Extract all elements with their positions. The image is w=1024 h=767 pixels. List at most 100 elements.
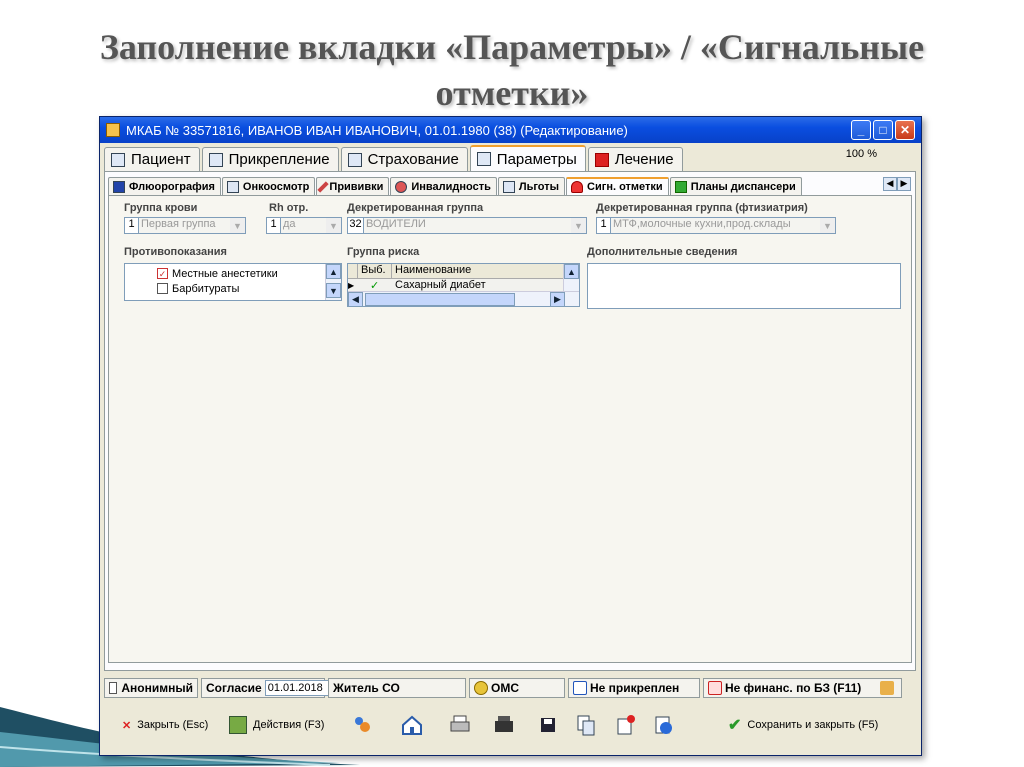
subtab-vaccinations[interactable]: Прививки bbox=[316, 177, 390, 195]
scroll-left-icon[interactable]: ◀ bbox=[348, 292, 363, 306]
finance-status[interactable]: Не финанс. по БЗ (F11) bbox=[703, 678, 902, 698]
blood-group-select[interactable]: 1 Первая группа ▼ bbox=[124, 217, 246, 234]
actions-button[interactable]: Действия (F3) bbox=[229, 713, 324, 737]
save-icon[interactable] bbox=[536, 713, 560, 737]
not-financed-label: Не финанс. по БЗ (F11) bbox=[725, 681, 862, 695]
rh-code: 1 bbox=[267, 218, 281, 233]
tab-attachment[interactable]: Прикрепление bbox=[201, 147, 339, 171]
subtab-benefits[interactable]: Льготы bbox=[497, 177, 566, 195]
coin-icon bbox=[474, 681, 488, 695]
grid-header: Выб. Наименование bbox=[348, 264, 563, 279]
scroll-right-icon[interactable]: ▶ bbox=[550, 292, 565, 306]
close-label: Закрыть (Esc) bbox=[137, 719, 209, 731]
app-icon bbox=[106, 123, 120, 137]
subtab-onco[interactable]: Онкоосмотр bbox=[221, 177, 316, 195]
disability-icon bbox=[395, 180, 408, 193]
list-item[interactable]: ✓ Местные анестетики bbox=[157, 266, 278, 281]
blood-group-value: Первая группа bbox=[139, 218, 230, 233]
chevron-down-icon[interactable]: ▼ bbox=[326, 218, 341, 233]
col-name-header[interactable]: Наименование bbox=[392, 264, 471, 278]
scroll-right-icon[interactable]: ▶ bbox=[897, 177, 911, 191]
home-icon[interactable] bbox=[400, 713, 424, 737]
scroll-down-icon[interactable]: ▼ bbox=[326, 283, 341, 298]
main-tabs: Пациент Прикрепление Страхование Парамет… bbox=[104, 145, 685, 171]
close-button[interactable]: ✕ Закрыть (Esc) bbox=[122, 713, 208, 737]
vertical-scrollbar[interactable]: ▲ ▼ bbox=[325, 264, 341, 300]
scroll-up-icon[interactable]: ▲ bbox=[326, 264, 341, 279]
rh-label: Rh отр. bbox=[269, 202, 309, 214]
table-row[interactable]: ▶ ✓ Сахарный диабет bbox=[348, 279, 563, 291]
chevron-down-icon[interactable]: ▼ bbox=[820, 218, 835, 233]
scroll-thumb[interactable] bbox=[365, 293, 515, 306]
subtab-label: Планы диспансери bbox=[690, 180, 796, 193]
resident-status[interactable]: Житель СО bbox=[328, 678, 466, 698]
pin-document-icon[interactable] bbox=[614, 713, 638, 737]
decreed-group-label: Декретированная группа bbox=[347, 202, 484, 214]
siren-icon bbox=[571, 181, 584, 193]
scroll-left-icon[interactable]: ◀ bbox=[883, 177, 897, 191]
benefits-icon bbox=[502, 180, 515, 193]
refresh-document-icon[interactable] bbox=[652, 713, 676, 737]
resident-label: Житель СО bbox=[333, 681, 400, 695]
signal-marks-panel: Группа крови Rh отр. Декретированная гру… bbox=[108, 195, 912, 663]
attachment-status[interactable]: Не прикреплен bbox=[568, 678, 700, 698]
chevron-down-icon[interactable]: ▼ bbox=[230, 218, 245, 233]
subtab-disability[interactable]: Инвалидность bbox=[390, 177, 497, 195]
sub-tabs: Флюорография Онкоосмотр Прививки Инвалид… bbox=[108, 177, 803, 195]
additional-info-field[interactable] bbox=[587, 263, 901, 309]
row-pointer-icon: ▶ bbox=[348, 280, 355, 290]
anonymous-label: Анонимный bbox=[121, 681, 193, 695]
tab-insurance[interactable]: Страхование bbox=[340, 147, 468, 171]
printer-icon[interactable] bbox=[448, 713, 472, 737]
users-refresh-icon[interactable] bbox=[350, 713, 374, 737]
checkbox-checked-icon[interactable]: ✓ bbox=[358, 279, 392, 292]
tab-label: Прикрепление bbox=[228, 151, 330, 168]
anonymous-toggle[interactable]: Анонимный bbox=[104, 678, 198, 698]
list-item[interactable]: Барбитураты bbox=[157, 281, 278, 296]
subtab-dispensary-plans[interactable]: Планы диспансери bbox=[669, 177, 802, 195]
oms-label: ОМС bbox=[491, 681, 519, 695]
vertical-scrollbar[interactable]: ▲ bbox=[563, 264, 579, 292]
save-and-close-button[interactable]: ✔ Сохранить и закрыть (F5) bbox=[728, 713, 878, 737]
consent-date-input[interactable] bbox=[264, 680, 329, 696]
print-preview-icon[interactable] bbox=[492, 713, 516, 737]
decreed-group-select[interactable]: 32 ВОДИТЕЛИ ▼ bbox=[347, 217, 587, 234]
decreed-group-ftiz-select[interactable]: 1 МТФ,молочные кухни,прод.склады ▼ bbox=[596, 217, 836, 234]
not-attached-icon bbox=[573, 681, 587, 695]
copy-document-icon[interactable] bbox=[574, 713, 598, 737]
col-select-header[interactable]: Выб. bbox=[358, 264, 392, 278]
close-window-button[interactable]: ✕ bbox=[895, 120, 915, 140]
risk-group-label: Группа риска bbox=[347, 246, 420, 258]
scroll-up-icon[interactable]: ▲ bbox=[564, 264, 579, 279]
checkbox-icon[interactable] bbox=[109, 682, 118, 694]
list-item-label: Барбитураты bbox=[172, 282, 240, 295]
subtab-label: Льготы bbox=[518, 180, 560, 193]
document-icon bbox=[226, 180, 239, 193]
blood-group-code: 1 bbox=[125, 218, 139, 233]
subtab-fluorography[interactable]: Флюорография bbox=[108, 177, 221, 195]
maximize-button[interactable]: □ bbox=[873, 120, 893, 140]
consent-label: Согласие bbox=[206, 681, 262, 695]
slide-title-line1: Заполнение вкладки «Параметры» / «Сигнал… bbox=[99, 27, 925, 67]
decreed-group-ftiz-code: 1 bbox=[597, 218, 611, 233]
oms-status[interactable]: ОМС bbox=[469, 678, 565, 698]
person-icon[interactable] bbox=[880, 681, 894, 695]
window-titlebar: МКАБ № 33571816, ИВАНОВ ИВАН ИВАНОВИЧ, 0… bbox=[100, 117, 921, 143]
subtab-label: Сигн. отметки bbox=[587, 181, 663, 193]
contraindications-label: Противопоказания bbox=[124, 246, 227, 258]
subtab-label: Прививки bbox=[329, 180, 384, 193]
chevron-down-icon[interactable]: ▼ bbox=[571, 218, 586, 233]
save-and-close-label: Сохранить и закрыть (F5) bbox=[747, 719, 879, 731]
checkbox-icon[interactable] bbox=[157, 283, 168, 294]
syringe-icon bbox=[317, 180, 330, 193]
tab-parameters[interactable]: Параметры bbox=[469, 145, 586, 171]
contraindications-list[interactable]: ✓ Местные анестетики Барбитураты ▲ ▼ bbox=[124, 263, 342, 301]
subtab-signal-marks[interactable]: Сигн. отметки bbox=[566, 177, 669, 195]
checkbox-checked-icon[interactable]: ✓ bbox=[157, 268, 168, 279]
tab-treatment[interactable]: Лечение bbox=[587, 147, 683, 171]
tab-patient[interactable]: Пациент bbox=[104, 147, 200, 171]
horizontal-scrollbar[interactable]: ◀ ▶ bbox=[348, 291, 579, 306]
rh-select[interactable]: 1 да ▼ bbox=[266, 217, 342, 234]
risk-group-grid[interactable]: Выб. Наименование ▶ ✓ Сахарный диабет ▲ … bbox=[347, 263, 580, 307]
minimize-button[interactable]: _ bbox=[851, 120, 871, 140]
